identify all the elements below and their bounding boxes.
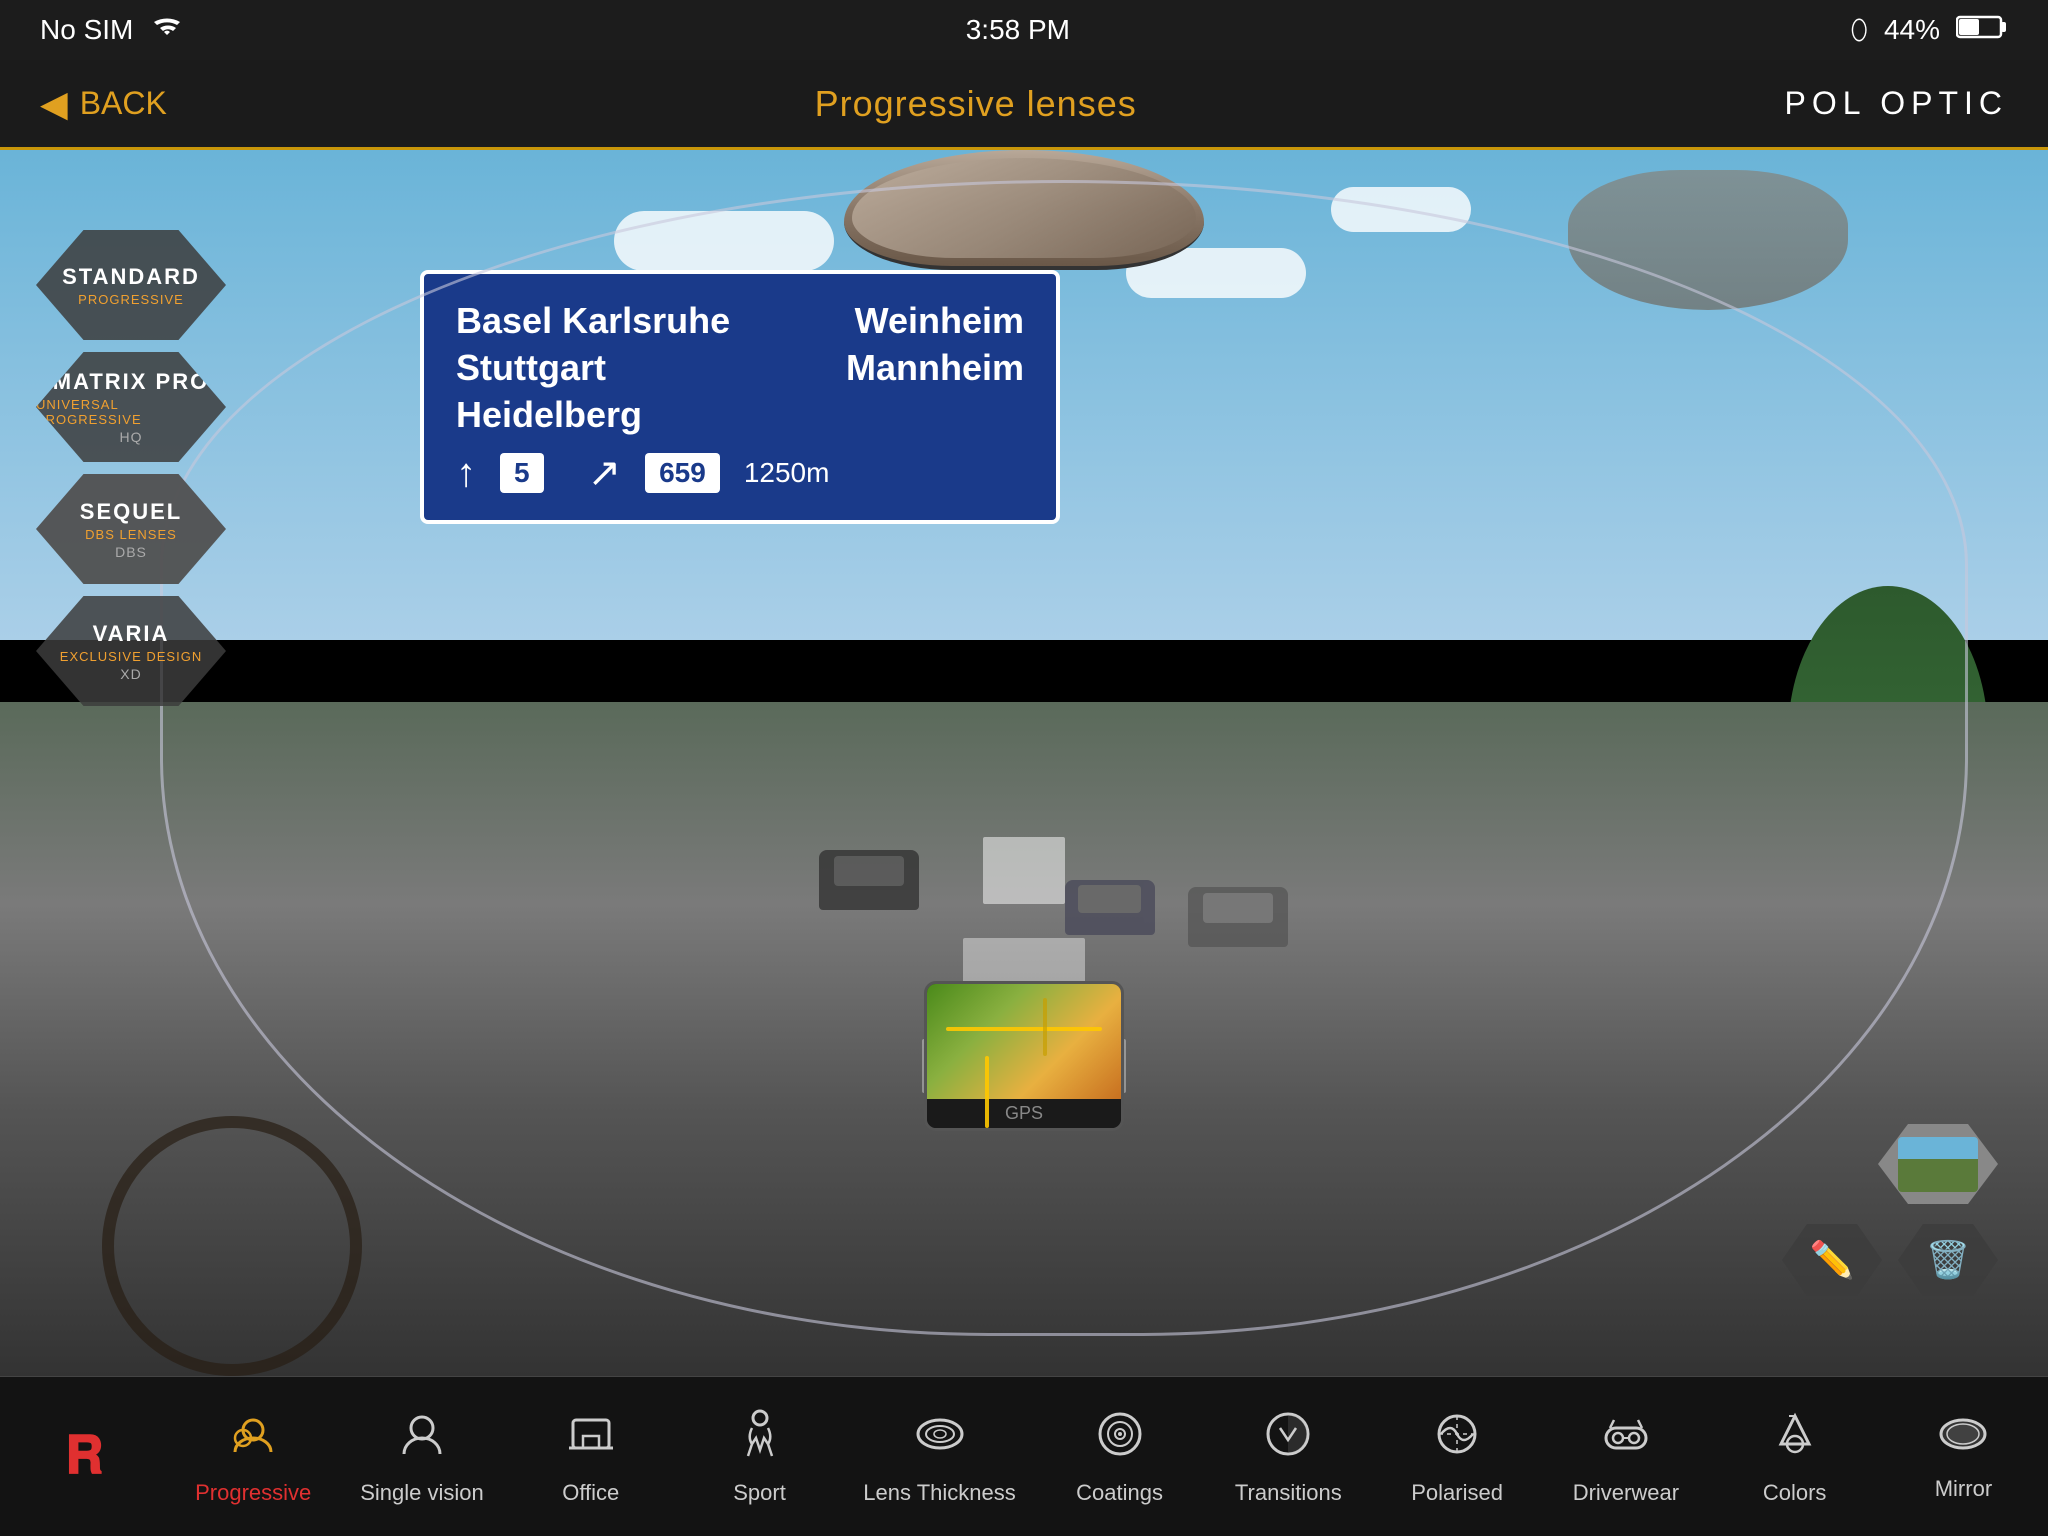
- nav-label-single-vision: Single vision: [360, 1480, 484, 1506]
- driverwear-icon: [1600, 1408, 1652, 1472]
- back-arrow-icon: ◀: [40, 83, 68, 125]
- nav-label-polarised: Polarised: [1411, 1480, 1503, 1506]
- colors-icon: [1769, 1408, 1821, 1472]
- hex-sequel-label: SEQUEL: [80, 499, 182, 525]
- hex-standard-label: STANDARD: [62, 264, 200, 290]
- car-3: [1188, 887, 1288, 947]
- nav-item-coatings[interactable]: Coatings: [1055, 1408, 1185, 1506]
- trash-icon: 🗑️: [1926, 1239, 1971, 1281]
- transitions-icon: [1262, 1408, 1314, 1472]
- hex-sequel: SEQUEL DBS LENSES DBS: [36, 474, 226, 584]
- office-icon: [565, 1408, 617, 1472]
- wifi-icon: [149, 13, 185, 48]
- photo-hex-button[interactable]: [1878, 1124, 1998, 1204]
- nav-item-transitions[interactable]: Transitions: [1223, 1408, 1353, 1506]
- sign-city-4: Weinheim: [846, 298, 1024, 345]
- sign-distance: 1250m: [744, 457, 830, 489]
- nav-item-mirror[interactable]: Mirror: [1898, 1412, 2028, 1502]
- status-bar: No SIM 3:58 PM ⬯ 44%: [0, 0, 2048, 60]
- nav-label-progressive: Progressive: [195, 1480, 311, 1506]
- nav-label-sport: Sport: [733, 1480, 786, 1506]
- hex-standard: STANDARD PROGRESSIVE: [36, 230, 226, 340]
- right-action-row: ✏️ 🗑️: [1782, 1224, 1998, 1296]
- car-1: [819, 850, 919, 910]
- hex-sequel-sub: DBS LENSES: [85, 527, 177, 542]
- left-arrow-icon: ↑: [456, 451, 476, 496]
- nav-item-progressive[interactable]: Progressive: [188, 1408, 318, 1506]
- nav-label-lens-thickness: Lens Thickness: [863, 1480, 1015, 1506]
- sign-city-3: Heidelberg: [456, 392, 730, 439]
- hex-varia-label: VARIA: [93, 621, 170, 647]
- nav-label-office: Office: [562, 1480, 619, 1506]
- steering-wheel: [102, 1116, 362, 1376]
- single-vision-icon: [398, 1408, 446, 1472]
- nav-item-single-vision[interactable]: Single vision: [357, 1408, 487, 1506]
- pen-icon: ✏️: [1810, 1239, 1855, 1281]
- sign-city-5: Mannheim: [846, 345, 1024, 392]
- sidebar-item-matrix-pro[interactable]: MATRIX PRO UNIVERSAL PROGRESSIVE HQ: [36, 352, 226, 462]
- left-menu: STANDARD PROGRESSIVE MATRIX PRO UNIVERSA…: [36, 230, 226, 718]
- hex-sequel-tag: DBS: [115, 544, 147, 560]
- hex-matrix-tag: HQ: [120, 429, 143, 445]
- sport-icon: [738, 1408, 782, 1472]
- nav-item-office[interactable]: Office: [526, 1408, 656, 1506]
- brand-logo: POL OPTIC: [1784, 85, 2008, 122]
- bluetooth-icon: ⬯: [1850, 14, 1868, 47]
- hex-varia: VARIA EXCLUSIVE DESIGN XD: [36, 596, 226, 706]
- coatings-icon: [1094, 1408, 1146, 1472]
- sidebar-item-standard[interactable]: STANDARD PROGRESSIVE: [36, 230, 226, 340]
- gps-screen: [927, 984, 1121, 1099]
- progressive-icon: [227, 1408, 279, 1472]
- status-time: 3:58 PM: [966, 14, 1070, 45]
- nav-label-coatings: Coatings: [1076, 1480, 1163, 1506]
- sign-city-2: Stuttgart: [456, 345, 730, 392]
- back-label: BACK: [80, 85, 167, 122]
- nav-label-colors: Colors: [1763, 1480, 1827, 1506]
- battery-label: 44%: [1884, 14, 1940, 46]
- nav-label-driverwear: Driverwear: [1573, 1480, 1679, 1506]
- hex-matrix-label: MATRIX PRO: [53, 369, 209, 395]
- cloud: [614, 211, 834, 271]
- nav-label-mirror: Mirror: [1935, 1476, 1992, 1502]
- right-arrow-icon: ↗: [588, 450, 622, 496]
- nav-item-logo[interactable]: 𝐑: [19, 1426, 149, 1487]
- sign-city-1: Basel Karlsruhe: [456, 298, 730, 345]
- gps-label: GPS: [1005, 1103, 1043, 1124]
- back-button[interactable]: ◀ BACK: [40, 83, 167, 125]
- battery-icon: [1956, 13, 2008, 48]
- logo-icon: 𝐑: [66, 1426, 104, 1487]
- sidebar-item-varia[interactable]: VARIA EXCLUSIVE DESIGN XD: [36, 596, 226, 706]
- route-box-left: 5: [500, 453, 544, 493]
- nav-item-lens-thickness[interactable]: Lens Thickness: [863, 1408, 1015, 1506]
- nav-label-transitions: Transitions: [1235, 1480, 1342, 1506]
- trash-button[interactable]: 🗑️: [1898, 1224, 1998, 1296]
- nav-item-driverwear[interactable]: Driverwear: [1561, 1408, 1691, 1506]
- gps-device: GPS: [924, 981, 1124, 1131]
- cloud: [1331, 187, 1471, 232]
- main-content: GPS Basel Karlsruhe Stuttgart Heidelberg…: [0, 150, 2048, 1376]
- nav-item-polarised[interactable]: Polarised: [1392, 1408, 1522, 1506]
- highway-sign: Basel Karlsruhe Stuttgart Heidelberg Wei…: [420, 270, 1060, 524]
- hex-matrix-sub: UNIVERSAL PROGRESSIVE: [36, 397, 226, 427]
- page-title: Progressive lenses: [815, 83, 1137, 125]
- sidebar-item-sequel[interactable]: SEQUEL DBS LENSES DBS: [36, 474, 226, 584]
- nav-item-sport[interactable]: Sport: [695, 1408, 825, 1506]
- right-icons: ✏️ 🗑️: [1782, 1124, 1998, 1296]
- bottom-nav: 𝐑 Progressive Single vision: [0, 1376, 2048, 1536]
- driver-reflection: [1568, 170, 1848, 310]
- polarised-icon: [1431, 1408, 1483, 1472]
- hex-matrix: MATRIX PRO UNIVERSAL PROGRESSIVE HQ: [36, 352, 226, 462]
- hex-standard-sub: PROGRESSIVE: [78, 292, 184, 307]
- lens-thickness-icon: [914, 1408, 966, 1472]
- route-box-right: 659: [645, 453, 720, 493]
- mirror-icon: [1937, 1412, 1989, 1468]
- top-bar: ◀ BACK Progressive lenses POL OPTIC: [0, 60, 2048, 150]
- hex-varia-sub: EXCLUSIVE DESIGN: [60, 649, 202, 664]
- car-2: [1065, 880, 1155, 935]
- signal-label: No SIM: [40, 14, 133, 46]
- nav-item-colors[interactable]: Colors: [1730, 1408, 1860, 1506]
- hex-varia-tag: XD: [120, 666, 141, 682]
- pen-button[interactable]: ✏️: [1782, 1224, 1882, 1296]
